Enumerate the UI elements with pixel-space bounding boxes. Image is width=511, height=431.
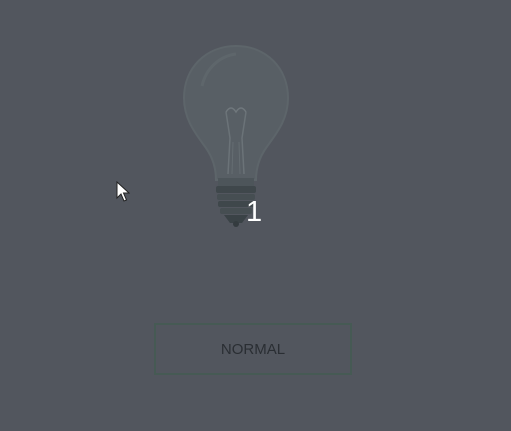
app-stage: 1 NORMAL <box>0 0 511 431</box>
click-counter: 1 <box>246 196 263 228</box>
mouse-pointer-icon <box>116 181 130 202</box>
lightbulb-icon <box>182 44 290 227</box>
mode-toggle-button[interactable]: NORMAL <box>154 323 352 375</box>
